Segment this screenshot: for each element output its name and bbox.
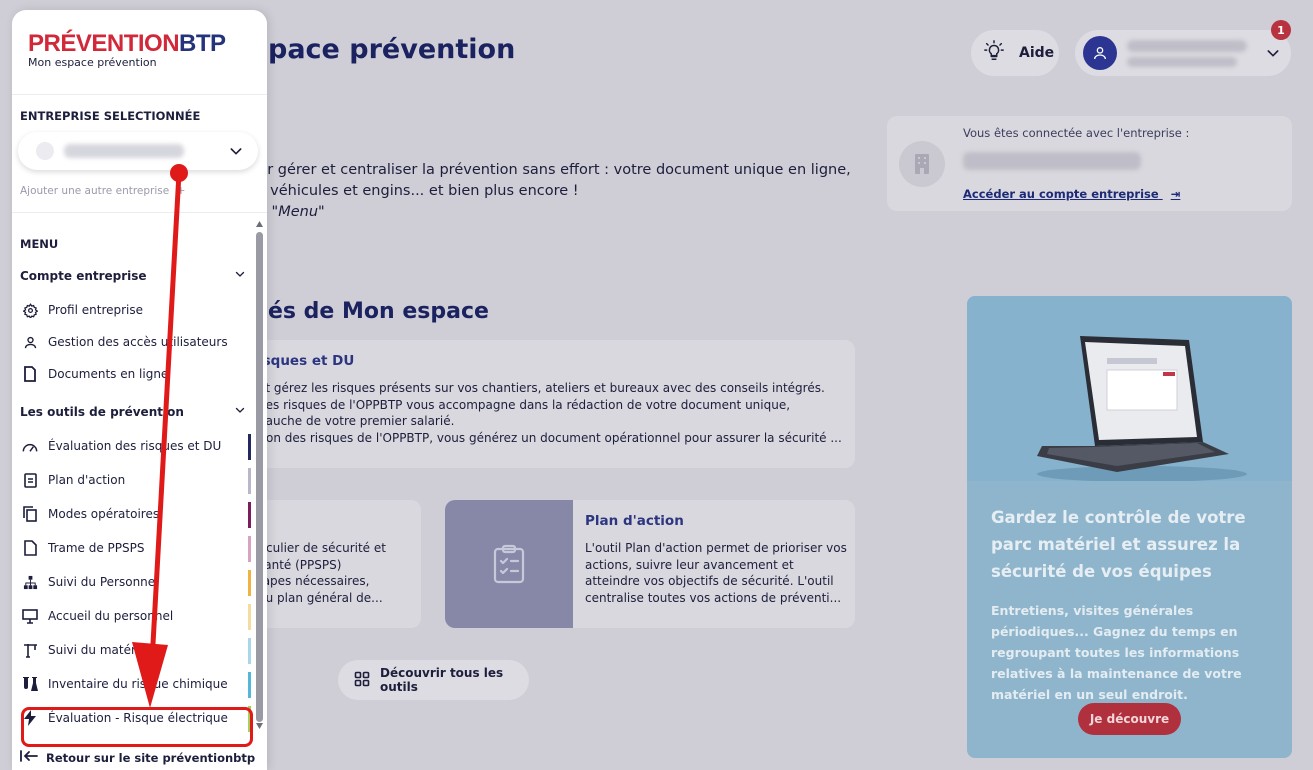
annotation-arrow: [132, 164, 188, 708]
annotation-line: [148, 170, 182, 683]
annotation-arrowhead: [132, 642, 168, 708]
